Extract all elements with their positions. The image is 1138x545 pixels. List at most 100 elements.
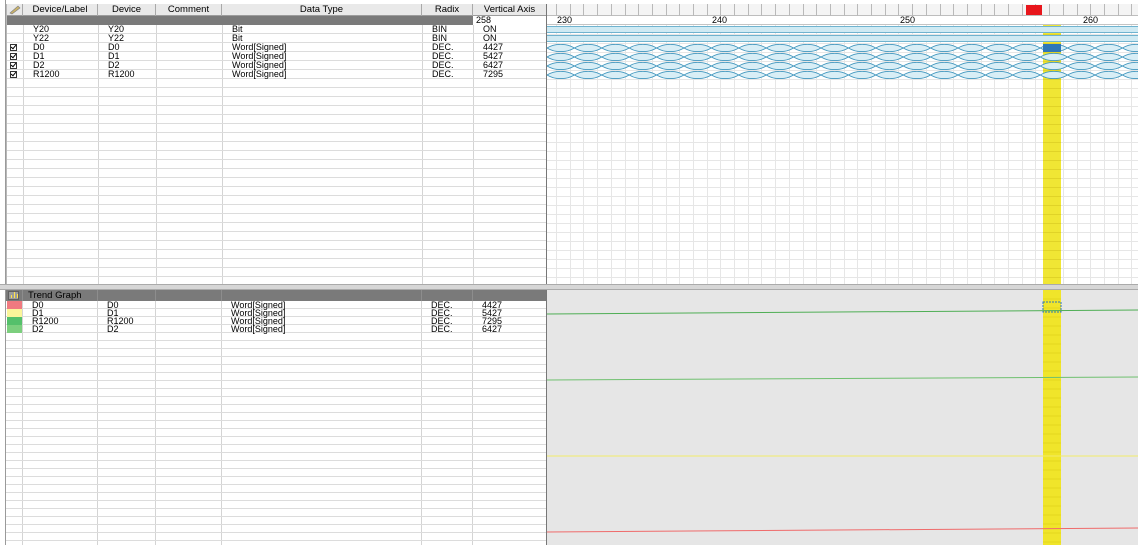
timeline-label: 240 — [712, 15, 728, 25]
trend-graph-plot[interactable] — [546, 290, 1138, 545]
radix-cell: DEC. — [432, 61, 454, 70]
ruler-tick — [652, 4, 653, 16]
trend-row[interactable] — [6, 493, 546, 501]
trend-graph-icon[interactable] — [8, 291, 19, 300]
series-color-swatch[interactable] — [7, 317, 22, 325]
col-device[interactable]: Device — [98, 4, 156, 16]
vertical-axis-cell: 6427 — [483, 61, 504, 70]
trend-row[interactable] — [6, 397, 546, 405]
bit-signal-y22[interactable] — [547, 35, 1138, 42]
ruler-tick — [679, 4, 680, 16]
word-signal-r1200[interactable] — [547, 71, 1138, 79]
row-checkbox[interactable] — [10, 53, 17, 60]
trend-cursor-band[interactable] — [1043, 290, 1061, 545]
device-row[interactable] — [7, 268, 547, 277]
bit-signal-y20[interactable] — [547, 26, 1138, 33]
trend-row[interactable] — [6, 517, 546, 525]
trend-row[interactable] — [6, 485, 546, 493]
ruler-tick — [816, 4, 817, 16]
device-row[interactable]: D1 D1 Word[Signed] DEC. 5427 — [7, 52, 547, 61]
device-row[interactable] — [7, 205, 547, 214]
trend-row[interactable] — [6, 405, 546, 413]
word-signal-d0[interactable] — [547, 44, 1138, 52]
ruler-tick — [1049, 4, 1050, 16]
trend-row[interactable] — [6, 437, 546, 445]
device-row[interactable] — [7, 178, 547, 187]
trend-row[interactable] — [6, 461, 546, 469]
device-label-cell: D2 — [33, 61, 45, 70]
word-signal-d1[interactable] — [547, 53, 1138, 61]
row-checkbox[interactable] — [10, 71, 17, 78]
ruler-tick — [583, 4, 584, 16]
device-row[interactable]: D2 D2 Word[Signed] DEC. 6427 — [7, 61, 547, 70]
trend-graph[interactable] — [546, 290, 1138, 545]
device-row[interactable]: D0 D0 Word[Signed] DEC. 4427 — [7, 43, 547, 52]
device-row[interactable] — [7, 106, 547, 115]
device-row[interactable]: Y20 Y20 Bit BIN ON — [7, 25, 547, 34]
trend-row[interactable] — [6, 533, 546, 541]
trend-row[interactable] — [6, 349, 546, 357]
device-row[interactable] — [7, 250, 547, 259]
ruler-tick — [981, 4, 982, 16]
trend-row[interactable] — [6, 429, 546, 437]
device-row[interactable] — [7, 124, 547, 133]
device-row[interactable] — [7, 196, 547, 205]
ruler-tick — [940, 4, 941, 16]
trend-row[interactable] — [6, 357, 546, 365]
device-row[interactable]: Y22 Y22 Bit BIN ON — [7, 34, 547, 43]
col-radix[interactable]: Radix — [422, 4, 473, 16]
vertical-axis-value[interactable]: 258 — [473, 16, 547, 25]
trace-window: Device/Label Device Comment Data Type Ra… — [0, 0, 1138, 545]
device-row[interactable] — [7, 241, 547, 250]
col-comment[interactable]: Comment — [156, 4, 222, 16]
device-row[interactable] — [7, 79, 547, 88]
row-checkbox[interactable] — [10, 44, 17, 51]
trend-row[interactable] — [6, 509, 546, 517]
device-label-cell: D0 — [33, 43, 45, 52]
device-row[interactable] — [7, 259, 547, 268]
device-row[interactable] — [7, 214, 547, 223]
trend-row[interactable] — [6, 373, 546, 381]
device-row[interactable]: R1200 R1200 Word[Signed] DEC. 7295 — [7, 70, 547, 79]
device-row[interactable] — [7, 187, 547, 196]
trend-row[interactable] — [6, 453, 546, 461]
device-row[interactable] — [7, 223, 547, 232]
timing-grid[interactable] — [547, 25, 1138, 284]
cursor-marker[interactable] — [1026, 5, 1042, 15]
trend-row[interactable] — [6, 525, 546, 533]
trend-row[interactable] — [6, 501, 546, 509]
trend-row[interactable] — [6, 413, 546, 421]
word-signal-d2[interactable] — [547, 62, 1138, 70]
device-row[interactable] — [7, 151, 547, 160]
device-row[interactable] — [7, 169, 547, 178]
device-row[interactable] — [7, 142, 547, 151]
ruler-tick — [994, 4, 995, 16]
trend-row[interactable] — [6, 341, 546, 349]
device-cell: D1 — [108, 52, 120, 61]
trend-row[interactable] — [6, 389, 546, 397]
series-color-swatch[interactable] — [7, 309, 22, 317]
trend-row[interactable] — [6, 333, 546, 341]
row-checkbox[interactable] — [10, 62, 17, 69]
series-color-swatch[interactable] — [7, 325, 22, 333]
ruler-tick — [926, 4, 927, 16]
trend-row[interactable]: D2 D2 Word[Signed] DEC. 6427 — [6, 325, 546, 334]
trend-row[interactable] — [6, 421, 546, 429]
col-device-label[interactable]: Device/Label — [23, 4, 98, 16]
device-row[interactable] — [7, 97, 547, 106]
trend-row[interactable] — [6, 469, 546, 477]
trend-row[interactable] — [6, 477, 546, 485]
trend-row[interactable] — [6, 365, 546, 373]
timeline-ruler[interactable] — [547, 4, 1138, 16]
device-row[interactable] — [7, 232, 547, 241]
col-data-type[interactable]: Data Type — [222, 4, 422, 16]
series-color-swatch[interactable] — [7, 301, 22, 309]
trend-row[interactable] — [6, 381, 546, 389]
device-row[interactable] — [7, 133, 547, 142]
device-row[interactable] — [7, 88, 547, 97]
device-row[interactable] — [7, 115, 547, 124]
edit-icon[interactable] — [7, 4, 23, 16]
device-row[interactable] — [7, 160, 547, 169]
trend-row[interactable] — [6, 445, 546, 453]
device-label-cell: D1 — [33, 52, 45, 61]
